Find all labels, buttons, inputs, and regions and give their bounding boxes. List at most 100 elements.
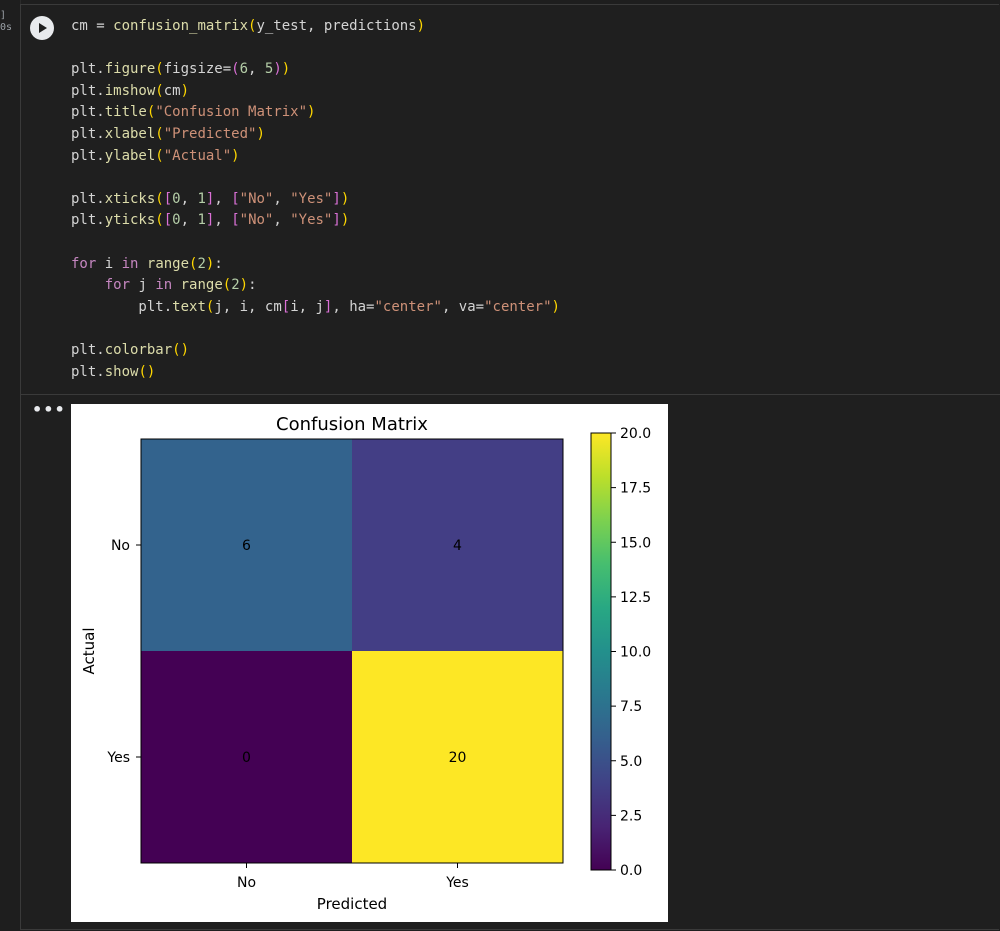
- code-token: "Predicted": [163, 125, 257, 142]
- code-token: ): [281, 61, 291, 78]
- code-token: ,: [273, 190, 291, 207]
- code-token: "Yes": [290, 190, 333, 207]
- code-token: 2: [231, 277, 240, 294]
- code-token: (: [155, 147, 164, 164]
- code-token: i: [96, 255, 122, 272]
- cell-value-label: 4: [453, 538, 462, 554]
- colorbar-tick-label: 12.5: [620, 590, 651, 606]
- code-token: show: [104, 363, 139, 380]
- code-token: (: [155, 212, 164, 229]
- output-divider: [20, 394, 1000, 395]
- code-token: ,: [180, 190, 198, 207]
- execution-time: 0s: [0, 22, 13, 33]
- code-editor[interactable]: cm = confusion_matrix ( y_test, prediction…: [71, 16, 560, 383]
- code-token: (: [222, 277, 232, 294]
- code-token: plt.: [71, 125, 105, 142]
- code-token: 2: [197, 255, 206, 272]
- code-token: ): [273, 61, 282, 78]
- code-token: (: [155, 190, 164, 207]
- colorbar-tick-label: 10.0: [620, 645, 651, 661]
- play-icon: [39, 23, 47, 33]
- code-token: y_test, predictions: [256, 18, 417, 34]
- code-line: plt.yticks([0, 1], ["No", "Yes"]): [71, 210, 560, 232]
- cell-value-label: 6: [242, 538, 251, 554]
- execution-count: ] 0s: [0, 10, 18, 34]
- code-line: plt.xlabel("Predicted"): [71, 124, 560, 146]
- code-token: [: [163, 190, 173, 207]
- code-token: imshow: [104, 82, 156, 99]
- code-token: ]: [332, 212, 341, 229]
- cell-gutter: ] 0s: [0, 0, 21, 931]
- code-token: figsize=: [163, 61, 232, 78]
- code-token: , va=: [441, 298, 485, 315]
- code-token: 0: [172, 190, 181, 207]
- code-token: ,: [273, 212, 291, 229]
- colorbar-tick-label: 7.5: [620, 699, 642, 715]
- x-tick-label: No: [237, 875, 256, 891]
- colorbar: [590, 432, 612, 871]
- code-token: i, j: [290, 298, 324, 315]
- code-token: ): [256, 125, 265, 142]
- execution-bracket: ]: [0, 10, 7, 21]
- code-token: ,: [214, 212, 232, 229]
- code-token: ylabel: [104, 147, 156, 164]
- code-token: plt.: [71, 104, 105, 121]
- code-token: :: [248, 277, 257, 294]
- code-token: ]: [332, 190, 341, 207]
- colorbar-tick-label: 20.0: [620, 426, 651, 442]
- code-token: text: [172, 298, 206, 315]
- code-token: ,: [248, 61, 265, 78]
- code-token: "Yes": [290, 212, 333, 229]
- code-token: (: [155, 61, 164, 78]
- code-token: ,: [180, 212, 198, 229]
- code-token: cm =: [71, 18, 114, 34]
- output-menu-button[interactable]: •••: [32, 402, 66, 418]
- code-token: in: [121, 255, 139, 272]
- run-cell-button[interactable]: [30, 16, 54, 40]
- code-token: :: [214, 255, 223, 272]
- code-line: for i in range(2):: [71, 254, 560, 276]
- code-token: confusion_matrix: [113, 18, 249, 34]
- colorbar-tick-label: 17.5: [620, 481, 651, 497]
- code-token: "center": [374, 298, 442, 315]
- code-line: plt.show(): [71, 362, 560, 384]
- y-axis-label: Actual: [80, 628, 98, 675]
- code-token: [: [163, 212, 173, 229]
- code-token: range: [180, 277, 223, 294]
- code-token: range: [146, 255, 190, 272]
- code-token: plt.: [71, 298, 173, 315]
- code-token: plt.: [71, 341, 105, 358]
- y-tick-label: Yes: [106, 750, 130, 766]
- code-token: 0: [172, 212, 181, 229]
- code-token: ): [340, 212, 350, 229]
- code-token: title: [104, 104, 147, 121]
- code-line: plt.imshow(cm): [71, 81, 560, 103]
- code-token: colorbar: [104, 341, 173, 358]
- code-token: ): [239, 277, 249, 294]
- confusion-matrix-chart: 6 4 0 20 Confusion Matrix No Yes No Yes Predicted…: [80, 414, 651, 913]
- cell-value-label: 20: [449, 750, 467, 766]
- code-token: , ha=: [332, 298, 375, 315]
- code-token: ): [551, 298, 560, 315]
- x-tick-label: Yes: [445, 875, 469, 891]
- colorbar-tick-label: 2.5: [620, 808, 642, 824]
- code-token: xlabel: [104, 125, 156, 142]
- code-token: yticks: [104, 212, 156, 229]
- code-token: ): [307, 104, 316, 121]
- cell-value-label: 0: [242, 750, 251, 766]
- code-token: (): [138, 363, 156, 380]
- code-token: 1: [197, 190, 206, 207]
- code-token: figure: [104, 61, 156, 78]
- code-token: j, i, cm: [214, 298, 282, 315]
- code-line: plt.figure(figsize=(6, 5)): [71, 59, 560, 81]
- x-axis-label: Predicted: [317, 895, 387, 913]
- code-line: plt.xticks([0, 1], ["No", "Yes"]): [71, 189, 560, 211]
- code-token: xticks: [104, 190, 156, 207]
- code-token: [: [281, 298, 291, 315]
